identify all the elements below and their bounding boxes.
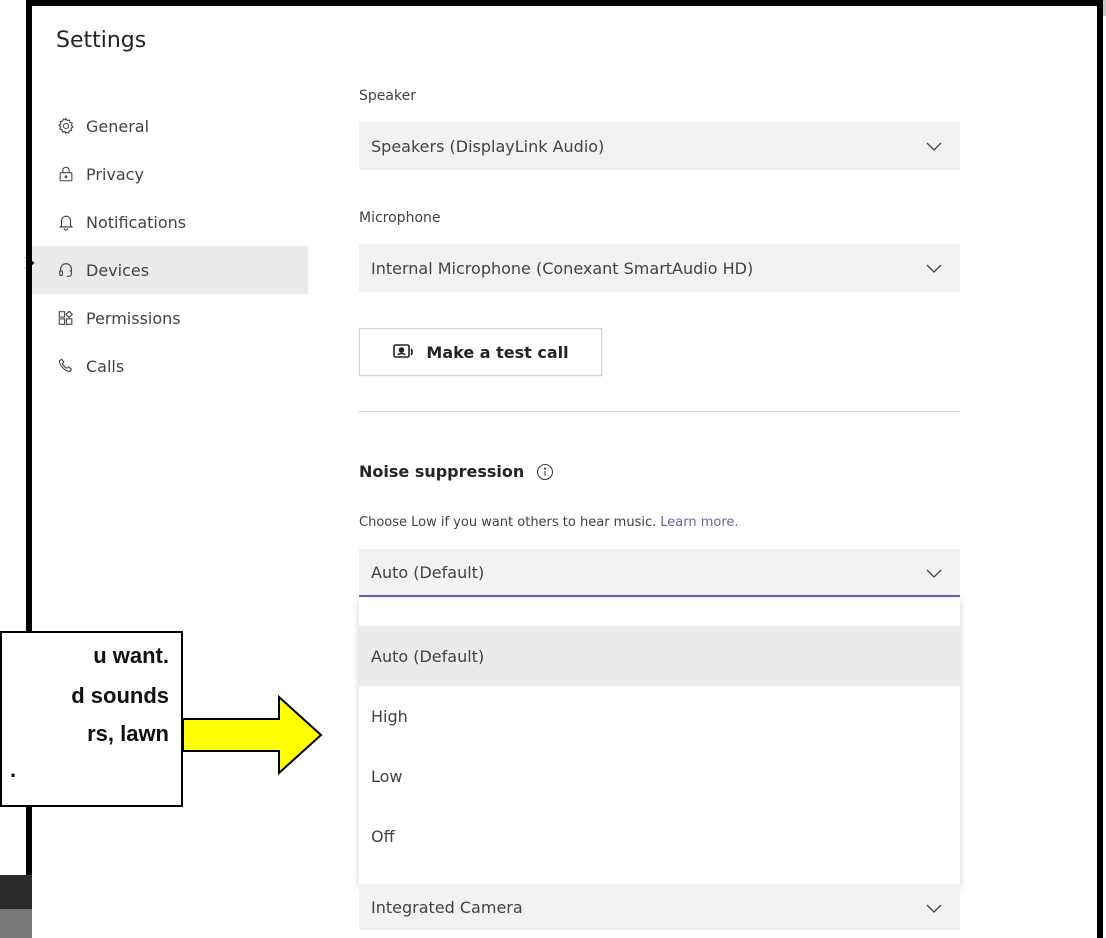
frame-top-border — [26, 0, 1103, 6]
settings-window: Settings General Privacy Notifications D… — [32, 6, 1097, 938]
nav-item-notifications[interactable]: Notifications — [32, 198, 308, 246]
nav-item-label: Privacy — [86, 164, 144, 184]
nav-item-privacy[interactable]: Privacy — [32, 150, 308, 198]
test-call-label: Make a test call — [426, 342, 569, 362]
nav-item-devices[interactable]: Devices — [32, 246, 308, 294]
dropdown-option-high[interactable]: High — [359, 686, 960, 746]
bell-icon — [56, 212, 76, 232]
nav-item-label: General — [86, 116, 150, 136]
callout-line-4: . — [10, 757, 17, 782]
info-icon[interactable] — [536, 463, 554, 481]
microphone-select[interactable]: Internal Microphone (Conexant SmartAudio… — [359, 244, 960, 292]
page-title: Settings — [56, 28, 147, 53]
test-call-icon — [392, 342, 416, 362]
learn-more-link[interactable]: Learn more. — [660, 515, 738, 530]
chevron-down-icon — [924, 898, 944, 918]
speaker-value: Speakers (DisplayLink Audio) — [371, 136, 605, 156]
noise-suppression-help: Choose Low if you want others to hear mu… — [359, 515, 739, 530]
microphone-value: Internal Microphone (Conexant SmartAudio… — [371, 258, 754, 278]
dropdown-option-auto[interactable]: Auto (Default) — [359, 626, 960, 686]
chevron-down-icon — [924, 563, 944, 583]
settings-nav: General Privacy Notifications Devices Pe… — [32, 102, 308, 390]
frame-right-border — [1097, 0, 1103, 938]
speaker-select[interactable]: Speakers (DisplayLink Audio) — [359, 122, 960, 170]
slide-stage: pp Settings General Privacy Notification — [0, 0, 1106, 938]
noise-suppression-value: Auto (Default) — [371, 562, 485, 582]
dropdown-option-low[interactable]: Low — [359, 746, 960, 806]
nav-item-permissions[interactable]: Permissions — [32, 294, 308, 342]
chevron-down-icon — [924, 258, 944, 278]
yellow-arrow-icon — [183, 695, 323, 775]
callout-line-1: u want. — [93, 643, 169, 668]
gray-bar — [0, 909, 32, 938]
lock-icon — [56, 164, 76, 184]
noise-suppression-dropdown: Auto (Default) High Low Off — [359, 599, 960, 885]
nav-item-general[interactable]: General — [32, 102, 308, 150]
callout-box: u want. d sounds rs, lawn . — [0, 631, 183, 807]
headset-icon — [56, 260, 76, 280]
noise-suppression-title-text: Noise suppression — [359, 462, 525, 481]
test-call-button[interactable]: Make a test call — [359, 328, 602, 376]
nav-item-label: Calls — [86, 356, 125, 376]
speaker-label: Speaker — [359, 88, 416, 104]
chevron-down-icon — [924, 136, 944, 156]
nav-item-label: Devices — [86, 260, 150, 280]
noise-suppression-title: Noise suppression — [359, 462, 554, 481]
microphone-label: Microphone — [359, 210, 441, 226]
phone-icon — [56, 356, 76, 376]
callout-line-2: d sounds — [71, 683, 169, 708]
dropdown-option-off[interactable]: Off — [359, 806, 960, 866]
noise-help-text: Choose Low if you want others to hear mu… — [359, 515, 657, 530]
section-divider — [359, 411, 960, 412]
camera-select[interactable]: Integrated Camera — [359, 884, 960, 930]
nav-item-label: Permissions — [86, 308, 181, 328]
nav-item-label: Notifications — [86, 212, 187, 232]
callout-line-3: rs, lawn — [87, 721, 169, 746]
pointer-arrow-icon — [25, 256, 35, 270]
gear-icon — [56, 116, 76, 136]
noise-suppression-select[interactable]: Auto (Default) — [359, 549, 960, 597]
nav-item-calls[interactable]: Calls — [32, 342, 308, 390]
dark-bar — [0, 875, 32, 909]
grid-icon — [56, 308, 76, 328]
camera-value: Integrated Camera — [371, 897, 523, 917]
